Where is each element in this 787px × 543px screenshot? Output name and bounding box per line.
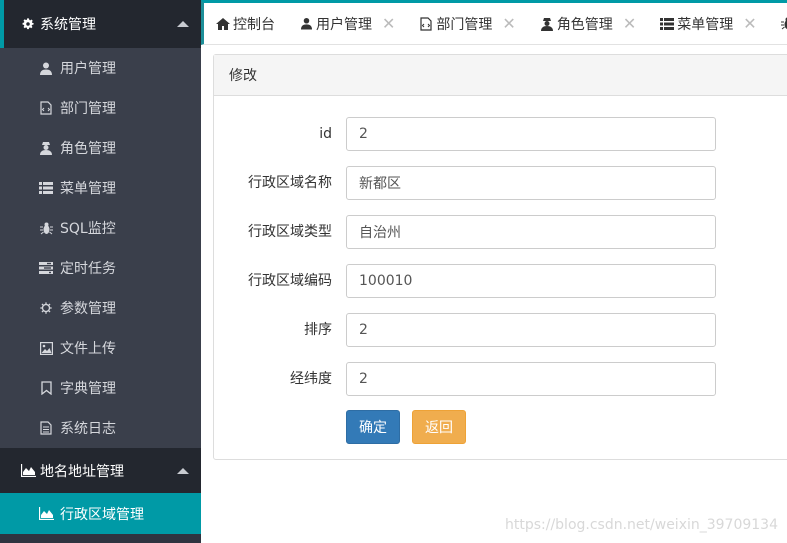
- tasks-icon: [38, 260, 54, 276]
- sidebar-group-placename[interactable]: 地名地址管理: [0, 448, 201, 493]
- close-icon[interactable]: ✕: [502, 15, 515, 32]
- sidebar-item-task[interactable]: 定时任务: [0, 248, 201, 288]
- region-type-field[interactable]: [346, 215, 716, 249]
- edit-panel: 修改 id 行政区域名称 行政区域类型 行政区域编码 排序 经纬度 确定 返回: [213, 54, 787, 460]
- sidebar-item-menu[interactable]: 菜单管理: [0, 168, 201, 208]
- file-text-icon: [38, 420, 54, 436]
- sidebar-item-label: 用户管理: [60, 61, 116, 77]
- user-icon: [299, 17, 313, 31]
- back-button[interactable]: 返回: [412, 410, 466, 444]
- field-label: id: [319, 126, 332, 142]
- id-field[interactable]: [346, 117, 716, 151]
- user-secret-icon: [540, 17, 554, 31]
- bug-icon: [781, 17, 787, 31]
- sidebar-group-label: 系统管理: [40, 17, 96, 33]
- bug-icon: [38, 220, 54, 236]
- file-code-icon: [38, 100, 54, 116]
- close-icon[interactable]: ✕: [623, 15, 636, 32]
- sidebar-item-label: 角色管理: [60, 141, 116, 157]
- gear-icon: [20, 16, 36, 32]
- tab-label: 菜单管理: [677, 16, 734, 33]
- sidebar-item-param[interactable]: 参数管理: [0, 288, 201, 328]
- sidebar-group-system[interactable]: 系统管理: [0, 0, 201, 48]
- field-label: 行政区域编码: [248, 273, 332, 289]
- region-code-field[interactable]: [346, 264, 716, 298]
- tab-menu[interactable]: 菜单管理 ✕: [648, 3, 768, 44]
- field-label: 经纬度: [290, 371, 332, 387]
- user-secret-icon: [38, 140, 54, 156]
- tab-label: 角色管理: [556, 16, 613, 33]
- form-row-sort: 排序: [214, 313, 787, 347]
- sidebar-item-label: 参数管理: [60, 301, 116, 317]
- sidebar-item-label: 菜单管理: [60, 181, 116, 197]
- sidebar-item-label: SQL监控: [60, 221, 116, 237]
- caret-up-icon: [177, 467, 189, 474]
- list-icon: [660, 17, 675, 31]
- sidebar-item-label: 字典管理: [60, 381, 116, 397]
- tab-user[interactable]: 用户管理 ✕: [287, 3, 407, 44]
- close-icon[interactable]: ✕: [743, 15, 756, 32]
- sidebar-item-log[interactable]: 系统日志: [0, 408, 201, 448]
- field-label: 行政区域名称: [248, 175, 332, 191]
- caret-up-icon: [177, 21, 189, 27]
- confirm-button[interactable]: 确定: [346, 410, 400, 444]
- sidebar-item-upload[interactable]: 文件上传: [0, 328, 201, 368]
- close-icon[interactable]: ✕: [382, 15, 395, 32]
- form-row-type: 行政区域类型: [214, 215, 787, 249]
- sidebar-item-sql[interactable]: SQL监控: [0, 208, 201, 248]
- sidebar: 系统管理 用户管理 部门管理 角色管理 菜单管理 SQL监控 定时任务 参数管理…: [0, 0, 201, 543]
- area-chart-icon: [20, 463, 36, 479]
- watermark: https://blog.csdn.net/weixin_39709134: [504, 517, 778, 533]
- sort-field[interactable]: [346, 313, 716, 347]
- sidebar-item-role[interactable]: 角色管理: [0, 128, 201, 168]
- bookmark-icon: [38, 380, 54, 396]
- sidebar-item-label: 行政区域管理: [60, 506, 144, 523]
- form-row-id: id: [214, 117, 787, 151]
- tab-console[interactable]: 控制台: [204, 3, 287, 44]
- tab-label: 用户管理: [316, 16, 372, 33]
- list-icon: [38, 180, 54, 196]
- area-chart-icon: [38, 506, 54, 522]
- tab-bar: 控制台 用户管理 ✕ 部门管理 ✕ 角色管理 ✕ 菜单管理 ✕ SQ: [201, 0, 787, 45]
- sidebar-item-dict[interactable]: 字典管理: [0, 368, 201, 408]
- form-row-name: 行政区域名称: [214, 166, 787, 200]
- latlng-field[interactable]: [346, 362, 716, 396]
- home-icon: [216, 17, 230, 31]
- cog-icon: [38, 300, 54, 316]
- sidebar-group-label: 地名地址管理: [40, 463, 124, 480]
- panel-title: 修改: [214, 55, 787, 96]
- field-label: 排序: [304, 322, 332, 338]
- region-name-field[interactable]: [346, 166, 716, 200]
- sidebar-item-dept[interactable]: 部门管理: [0, 88, 201, 128]
- sidebar-item-admin-region[interactable]: 行政区域管理: [0, 493, 201, 534]
- sidebar-item-label: 定时任务: [60, 261, 116, 277]
- field-label: 行政区域类型: [248, 224, 332, 240]
- tab-label: 控制台: [233, 16, 275, 33]
- user-icon: [38, 60, 54, 76]
- form-row-latlng: 经纬度: [214, 362, 787, 396]
- tab-role[interactable]: 角色管理 ✕: [528, 3, 648, 44]
- main-content: 修改 id 行政区域名称 行政区域类型 行政区域编码 排序 经纬度 确定 返回: [204, 45, 787, 543]
- file-code-icon: [419, 16, 433, 31]
- sidebar-item-label: 部门管理: [60, 101, 116, 117]
- tab-label: 部门管理: [436, 16, 493, 33]
- sidebar-item-label: 系统日志: [60, 421, 116, 437]
- tab-dept[interactable]: 部门管理 ✕: [407, 3, 527, 44]
- tab-sql[interactable]: SQ: [769, 3, 787, 44]
- sidebar-item-label: 文件上传: [60, 341, 116, 357]
- sidebar-item-user[interactable]: 用户管理: [0, 48, 201, 88]
- form-row-code: 行政区域编码: [214, 264, 787, 298]
- image-icon: [38, 340, 54, 356]
